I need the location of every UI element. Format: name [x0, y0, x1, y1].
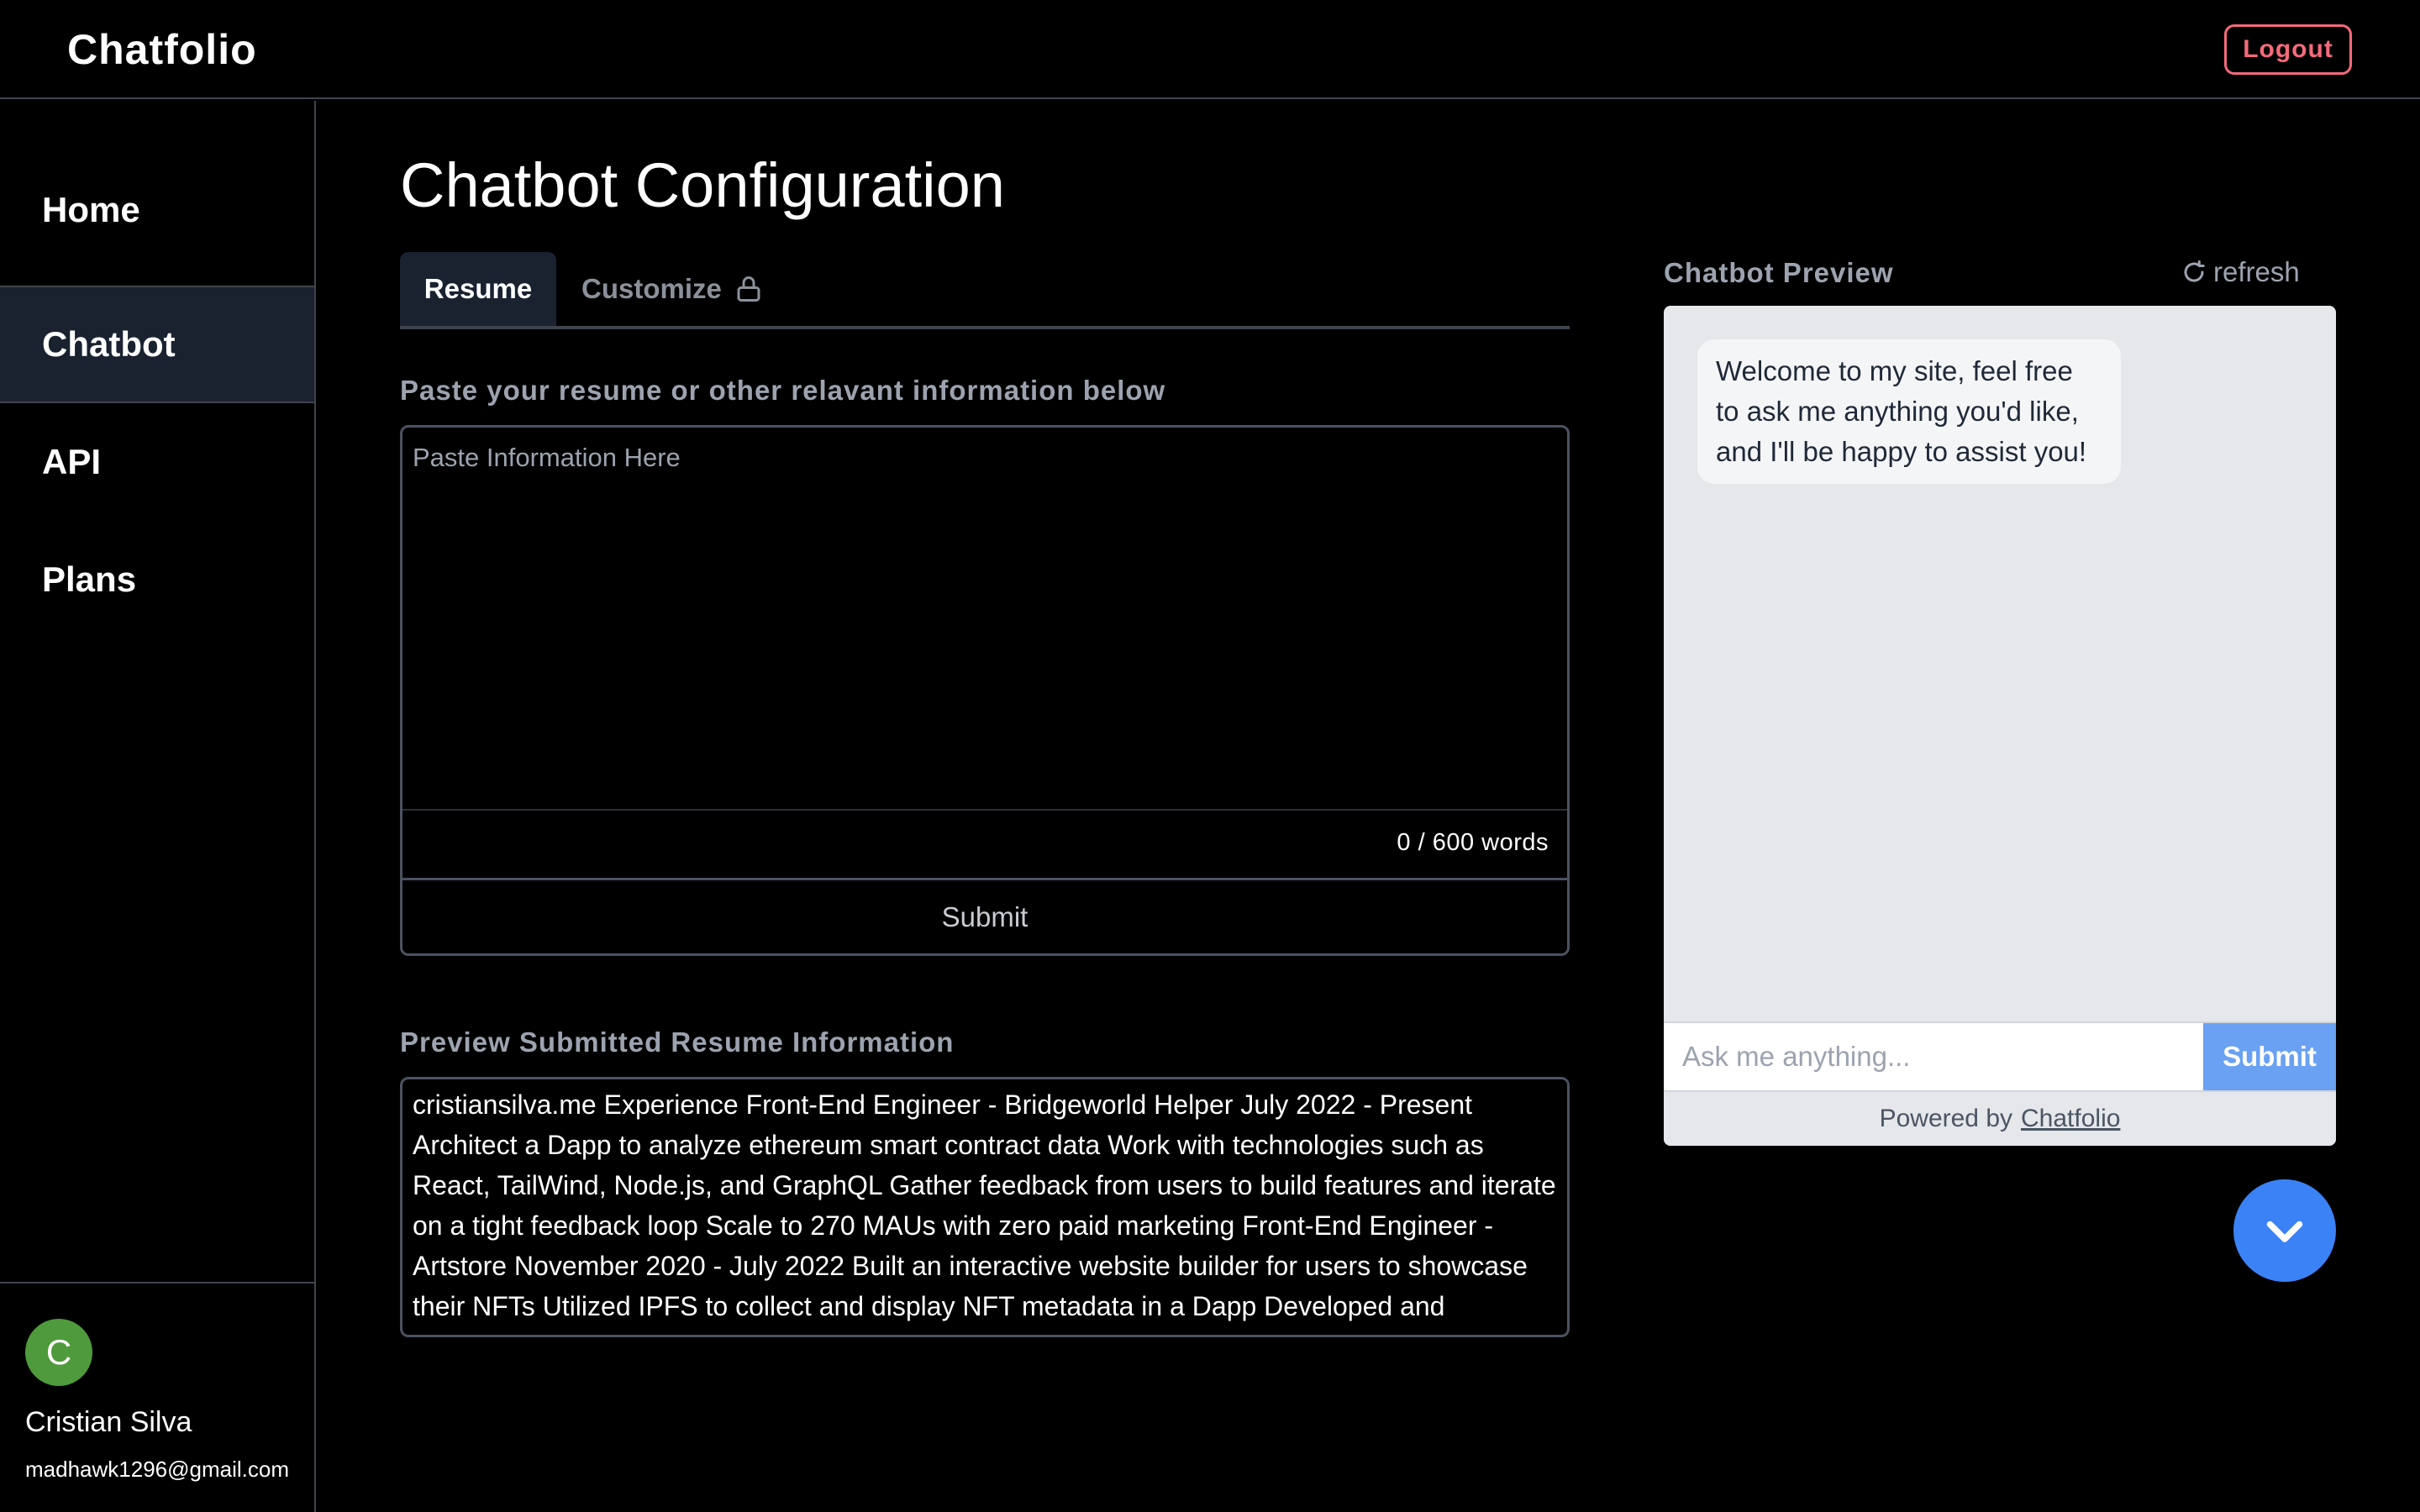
chat-input[interactable]: [1664, 1023, 2203, 1090]
sidebar-item-chatbot[interactable]: Chatbot: [0, 286, 314, 403]
sidebar-item-api[interactable]: API: [0, 403, 314, 521]
powered-by-text: Powered by: [1879, 1105, 2013, 1132]
scroll-down-button[interactable]: [2233, 1179, 2336, 1282]
word-count: 0 / 600 words: [1397, 829, 1549, 856]
page-title: Chatbot Configuration: [400, 150, 1005, 220]
refresh-icon: [2184, 260, 2205, 282]
resume-submit-button[interactable]: Submit: [402, 878, 1567, 953]
powered-by-link[interactable]: Chatfolio: [2021, 1105, 2120, 1133]
chatbot-preview-panel: Welcome to my site, feel free to ask me …: [1664, 306, 2336, 1146]
brand-logo[interactable]: Chatfolio: [67, 25, 257, 74]
resume-input-label: Paste your resume or other relavant info…: [400, 375, 1166, 406]
sidebar-item-home[interactable]: Home: [0, 151, 314, 269]
resume-preview-text: cristiansilva.me Experience Front-End En…: [413, 1089, 1556, 1335]
resume-preview-box[interactable]: cristiansilva.me Experience Front-End En…: [400, 1077, 1570, 1337]
user-email: madhawk1296@gmail.com: [25, 1457, 289, 1482]
tab-resume[interactable]: Resume: [400, 252, 556, 326]
chat-submit-button[interactable]: Submit: [2203, 1023, 2336, 1090]
tab-customize-label: Customize: [581, 273, 722, 304]
user-name: Cristian Silva: [25, 1406, 192, 1438]
tab-customize[interactable]: Customize: [581, 252, 764, 326]
tab-resume-label: Resume: [424, 273, 533, 304]
chatbot-preview-label: Chatbot Preview: [1664, 257, 1894, 288]
lock-icon: [737, 276, 760, 302]
resume-form: 0 / 600 words Submit: [400, 425, 1570, 956]
refresh-button[interactable]: refresh: [2181, 256, 2300, 288]
sidebar: Home Chatbot API Plans C Cristian Silva …: [0, 101, 316, 1512]
resume-textarea[interactable]: [402, 428, 1567, 811]
powered-by: Powered by Chatfolio: [1664, 1090, 2336, 1146]
logout-button[interactable]: Logout: [2224, 24, 2352, 75]
preview-resume-label: Preview Submitted Resume Information: [400, 1026, 955, 1058]
chevron-down-icon: [2266, 1221, 2303, 1242]
chat-message-bot: Welcome to my site, feel free to ask me …: [1697, 339, 2121, 484]
sidebar-item-plans[interactable]: Plans: [0, 521, 314, 638]
refresh-label: refresh: [2213, 256, 2300, 287]
avatar[interactable]: C: [25, 1319, 92, 1386]
user-profile: C Cristian Silva madhawk1296@gmail.com: [0, 1282, 314, 1512]
chat-input-row: Submit: [1664, 1021, 2336, 1090]
top-bar: Chatfolio Logout: [0, 0, 2420, 99]
config-tabs: Resume Customize: [400, 252, 1570, 329]
